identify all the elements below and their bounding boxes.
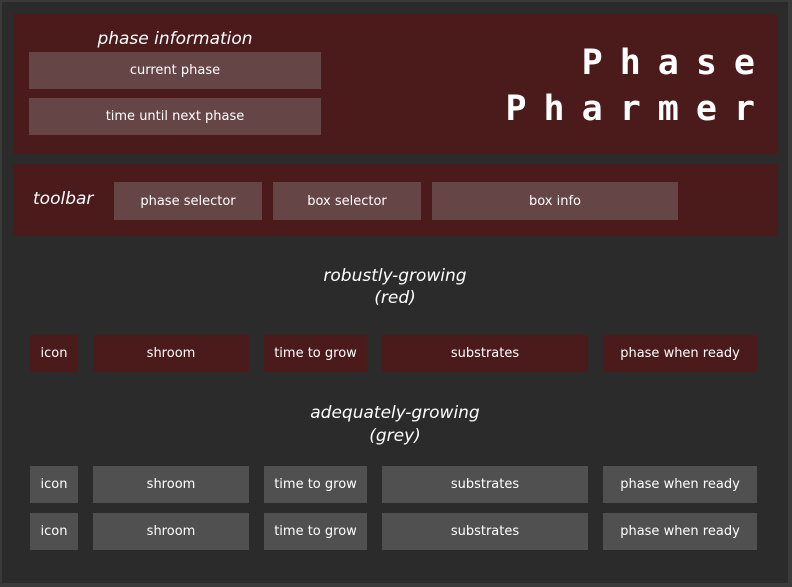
row-shroom-cell: shroom <box>93 466 249 503</box>
row-time-to-grow-cell: time to grow <box>264 466 367 503</box>
box-selector-button[interactable]: box selector <box>273 182 421 220</box>
row-phase-when-ready-cell: phase when ready <box>603 335 757 372</box>
box-info-display: box info <box>432 182 678 220</box>
row-icon-cell: icon <box>30 513 78 550</box>
phase-information-label: phase information <box>97 29 253 49</box>
time-until-next-phase-display: time until next phase <box>29 98 321 135</box>
app-title-line-2: Pharmer <box>505 89 772 129</box>
robustly-growing-subtitle: (red) <box>374 288 416 308</box>
app-title: Phase Pharmer <box>452 40 772 132</box>
toolbar-panel: toolbar phase selector box selector box … <box>13 164 778 236</box>
header-panel: phase information current phase time unt… <box>13 14 778 154</box>
row-phase-when-ready-cell: phase when ready <box>603 466 757 503</box>
current-phase-display: current phase <box>29 52 321 89</box>
robustly-growing-title: robustly-growing <box>323 266 467 286</box>
row-phase-when-ready-cell: phase when ready <box>603 513 757 550</box>
row-substrates-cell: substrates <box>382 466 588 503</box>
row-time-to-grow-cell: time to grow <box>264 513 367 550</box>
adequately-growing-subtitle: (grey) <box>369 426 421 446</box>
row-shroom-cell: shroom <box>93 513 249 550</box>
row-icon-cell: icon <box>30 335 78 372</box>
row-shroom-cell: shroom <box>93 335 249 372</box>
app-frame: phase information current phase time unt… <box>2 2 788 583</box>
row-icon-cell: icon <box>30 466 78 503</box>
adequately-growing-title: adequately-growing <box>310 403 480 423</box>
row-time-to-grow-cell: time to grow <box>264 335 367 372</box>
phase-selector-button[interactable]: phase selector <box>114 182 262 220</box>
row-substrates-cell: substrates <box>382 513 588 550</box>
app-title-line-1: Phase <box>581 43 772 83</box>
toolbar-label: toolbar <box>33 189 94 209</box>
row-substrates-cell: substrates <box>382 335 588 372</box>
